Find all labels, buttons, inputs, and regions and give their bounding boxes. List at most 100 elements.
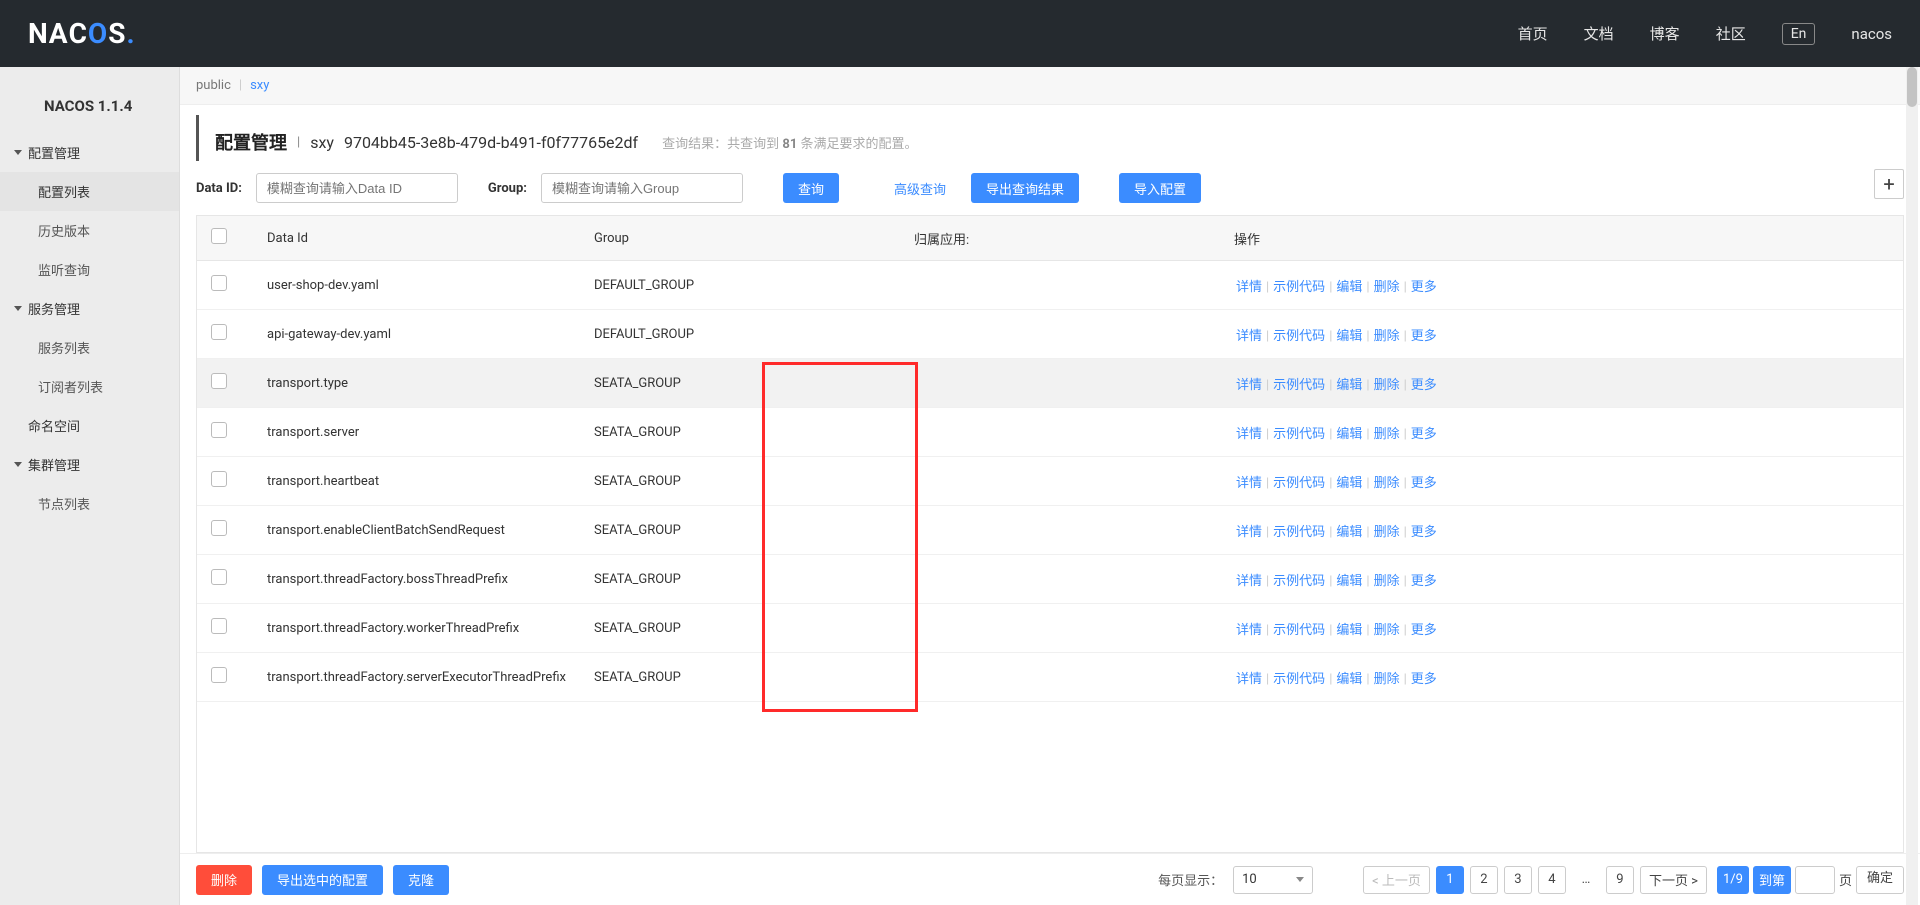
row-checkbox[interactable] — [211, 275, 227, 291]
op-detail[interactable]: 详情 — [1236, 427, 1262, 442]
op-sample[interactable]: 示例代码 — [1273, 280, 1325, 295]
op-sample[interactable]: 示例代码 — [1273, 574, 1325, 589]
op-sample[interactable]: 示例代码 — [1273, 672, 1325, 687]
table-wrap: Data Id Group 归属应用: 操作 user-shop-dev.yam… — [196, 215, 1904, 853]
page-4-button[interactable]: 4 — [1538, 866, 1566, 894]
export-selected-button[interactable]: 导出选中的配置 — [262, 865, 383, 895]
op-detail[interactable]: 详情 — [1236, 525, 1262, 540]
cell-ops: 详情|示例代码|编辑|删除|更多 — [1220, 506, 1903, 555]
query-button[interactable]: 查询 — [783, 173, 839, 203]
op-delete[interactable]: 删除 — [1374, 280, 1400, 295]
namespace-public[interactable]: public — [196, 78, 231, 93]
op-detail[interactable]: 详情 — [1236, 378, 1262, 393]
cell-dataid: transport.heartbeat — [253, 457, 580, 506]
export-results-button[interactable]: 导出查询结果 — [971, 173, 1079, 203]
op-edit[interactable]: 编辑 — [1336, 574, 1362, 589]
op-more[interactable]: 更多 — [1411, 329, 1437, 344]
sidebar-group-config[interactable]: 配置管理 — [0, 133, 179, 172]
op-detail[interactable]: 详情 — [1236, 329, 1262, 344]
op-detail[interactable]: 详情 — [1236, 623, 1262, 638]
op-edit[interactable]: 编辑 — [1336, 329, 1362, 344]
row-checkbox[interactable] — [211, 324, 227, 340]
op-edit[interactable]: 编辑 — [1336, 427, 1362, 442]
op-delete[interactable]: 删除 — [1374, 476, 1400, 491]
goto-label: 到第 — [1753, 866, 1791, 894]
op-more[interactable]: 更多 — [1411, 672, 1437, 687]
op-more[interactable]: 更多 — [1411, 427, 1437, 442]
scrollbar-thumb[interactable] — [1907, 67, 1917, 107]
select-all-checkbox[interactable] — [211, 228, 227, 244]
add-config-button[interactable]: + — [1874, 169, 1904, 199]
op-delete[interactable]: 删除 — [1374, 623, 1400, 638]
op-delete[interactable]: 删除 — [1374, 378, 1400, 393]
sidebar-item-listen[interactable]: 监听查询 — [0, 250, 179, 289]
op-edit[interactable]: 编辑 — [1336, 525, 1362, 540]
op-edit[interactable]: 编辑 — [1336, 280, 1362, 295]
op-detail[interactable]: 详情 — [1236, 672, 1262, 687]
sidebar-item-service-list[interactable]: 服务列表 — [0, 328, 179, 367]
sidebar-item-config-list[interactable]: 配置列表 — [0, 172, 179, 211]
row-checkbox[interactable] — [211, 618, 227, 634]
clone-button[interactable]: 克隆 — [393, 865, 449, 895]
sidebar-group-service[interactable]: 服务管理 — [0, 289, 179, 328]
prev-page-button[interactable]: < 上一页 — [1363, 866, 1430, 894]
row-checkbox[interactable] — [211, 520, 227, 536]
sidebar-item-subscribers[interactable]: 订阅者列表 — [0, 367, 179, 406]
op-edit[interactable]: 编辑 — [1336, 623, 1362, 638]
page-1-button[interactable]: 1 — [1436, 866, 1464, 894]
sidebar-group-namespace[interactable]: 命名空间 — [0, 406, 179, 445]
op-delete[interactable]: 删除 — [1374, 427, 1400, 442]
goto-page-input[interactable] — [1795, 866, 1835, 894]
op-sample[interactable]: 示例代码 — [1273, 476, 1325, 491]
op-detail[interactable]: 详情 — [1236, 280, 1262, 295]
row-checkbox[interactable] — [211, 569, 227, 585]
sidebar-group-cluster[interactable]: 集群管理 — [0, 445, 179, 484]
page-size-select[interactable]: 10 — [1233, 866, 1313, 894]
row-checkbox[interactable] — [211, 667, 227, 683]
op-more[interactable]: 更多 — [1411, 574, 1437, 589]
page-9-button[interactable]: 9 — [1606, 866, 1634, 894]
op-sample[interactable]: 示例代码 — [1273, 525, 1325, 540]
op-sample[interactable]: 示例代码 — [1273, 427, 1325, 442]
user-label[interactable]: nacos — [1851, 25, 1892, 43]
op-more[interactable]: 更多 — [1411, 476, 1437, 491]
op-sample[interactable]: 示例代码 — [1273, 623, 1325, 638]
op-delete[interactable]: 删除 — [1374, 574, 1400, 589]
op-detail[interactable]: 详情 — [1236, 574, 1262, 589]
next-page-button[interactable]: 下一页 > — [1640, 866, 1707, 894]
import-config-button[interactable]: 导入配置 — [1119, 173, 1201, 203]
row-checkbox[interactable] — [211, 373, 227, 389]
nav-blog[interactable]: 博客 — [1650, 23, 1680, 44]
dataid-input[interactable] — [256, 173, 458, 203]
op-delete[interactable]: 删除 — [1374, 525, 1400, 540]
nav-home[interactable]: 首页 — [1518, 23, 1548, 44]
sidebar-item-history[interactable]: 历史版本 — [0, 211, 179, 250]
row-checkbox[interactable] — [211, 471, 227, 487]
op-more[interactable]: 更多 — [1411, 525, 1437, 540]
op-delete[interactable]: 删除 — [1374, 329, 1400, 344]
op-detail[interactable]: 详情 — [1236, 476, 1262, 491]
namespace-sxy[interactable]: sxy — [250, 78, 269, 93]
advanced-query-link[interactable]: 高级查询 — [879, 173, 961, 203]
op-more[interactable]: 更多 — [1411, 378, 1437, 393]
result-summary: 查询结果：共查询到 81 条满足要求的配置。 — [662, 133, 917, 152]
page-3-button[interactable]: 3 — [1504, 866, 1532, 894]
op-edit[interactable]: 编辑 — [1336, 378, 1362, 393]
scrollbar[interactable] — [1906, 67, 1918, 905]
op-more[interactable]: 更多 — [1411, 623, 1437, 638]
group-input[interactable] — [541, 173, 743, 203]
op-sample[interactable]: 示例代码 — [1273, 329, 1325, 344]
op-sample[interactable]: 示例代码 — [1273, 378, 1325, 393]
op-more[interactable]: 更多 — [1411, 280, 1437, 295]
op-delete[interactable]: 删除 — [1374, 672, 1400, 687]
row-checkbox[interactable] — [211, 422, 227, 438]
op-edit[interactable]: 编辑 — [1336, 672, 1362, 687]
sidebar-item-nodes[interactable]: 节点列表 — [0, 484, 179, 523]
lang-toggle[interactable]: En — [1782, 23, 1816, 45]
nav-community[interactable]: 社区 — [1716, 23, 1746, 44]
batch-delete-button[interactable]: 删除 — [196, 865, 252, 895]
goto-confirm-button[interactable]: 确定 — [1856, 866, 1904, 894]
op-edit[interactable]: 编辑 — [1336, 476, 1362, 491]
page-2-button[interactable]: 2 — [1470, 866, 1498, 894]
nav-docs[interactable]: 文档 — [1584, 23, 1614, 44]
